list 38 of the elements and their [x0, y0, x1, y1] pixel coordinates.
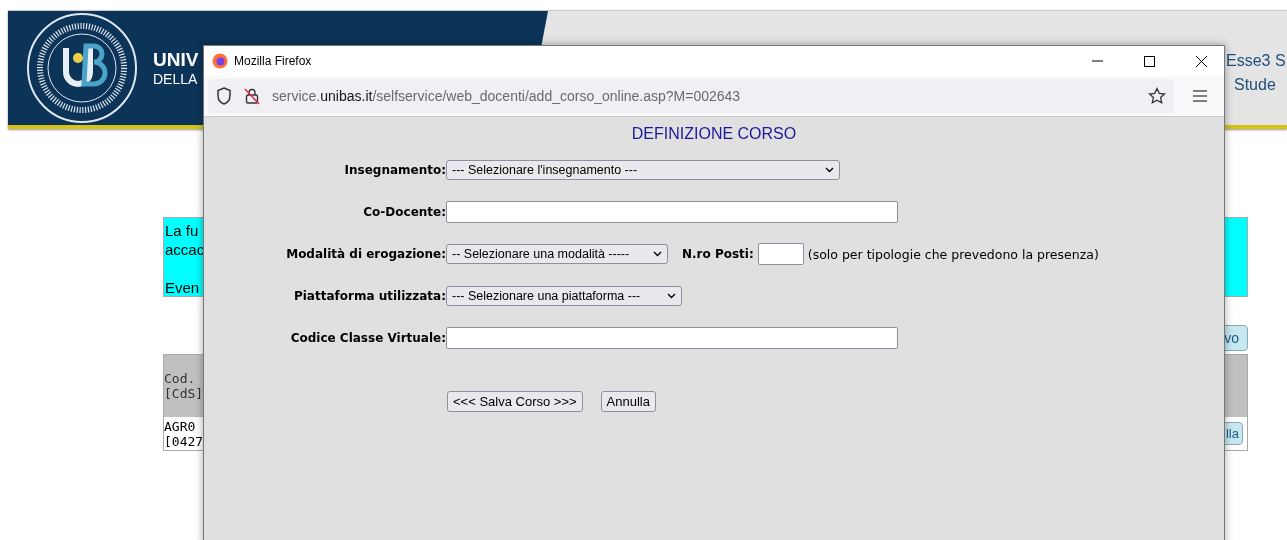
site-title: Stude	[1234, 75, 1276, 95]
window-title: Mozilla Firefox	[234, 54, 312, 68]
field-label: N.ro Posti:	[682, 247, 754, 261]
university-name: DELLA	[153, 71, 199, 87]
crossed-lock-icon[interactable]	[244, 87, 260, 105]
field-label: Insegnamento:	[343, 163, 446, 177]
star-icon[interactable]	[1148, 87, 1166, 105]
hint-text: (solo per tipologie che prevedono la presenza)	[807, 246, 1099, 262]
form-title: DEFINIZIONE CORSO	[630, 125, 798, 143]
university-name: UNIV	[153, 49, 199, 71]
field-label: Codice Classe Virtuale:	[289, 331, 446, 345]
input-field[interactable]	[446, 327, 898, 349]
dropdown[interactable]: --- Selezionare l'insegnamento ---	[446, 160, 840, 180]
chevron-down-icon	[825, 167, 834, 173]
dropdown[interactable]: -- Selezionare una modalità -----	[446, 244, 668, 264]
chevron-down-icon	[653, 251, 662, 257]
dropdown[interactable]: --- Selezionare una piattaforma ---	[446, 286, 682, 306]
shield-icon[interactable]	[216, 87, 232, 105]
notice-text: Even	[165, 278, 200, 297]
url-text: service.unibas.it/selfservice/web_docenti/add_corso_online.asp?M=002643	[272, 88, 742, 104]
column-header: Cod.	[164, 371, 197, 386]
table-cell-text: AGR0	[164, 418, 197, 434]
field-label: Modalità di erogazione:	[285, 247, 446, 261]
notice-text: La fu	[165, 221, 199, 240]
site-title: Esse3 S	[1226, 51, 1286, 71]
table-cell-text: [0427	[164, 433, 205, 449]
browser-logo-icon	[212, 53, 228, 69]
notice-text: accac	[165, 240, 205, 259]
input-field[interactable]	[757, 243, 804, 265]
menu-icon[interactable]	[1193, 90, 1207, 102]
field-label: Piattaforma utilizzata:	[292, 289, 446, 303]
column-header: [CdS]	[164, 386, 205, 401]
form-button[interactable]: <<< Salva Corso >>>	[447, 391, 583, 412]
chevron-down-icon	[667, 293, 676, 299]
field-label: Co-Docente:	[362, 205, 446, 219]
address-bar[interactable]: service.unibas.it/selfservice/web_docenti/add_corso_online.asp?M=002643	[208, 79, 1174, 113]
input-field[interactable]	[446, 201, 898, 223]
form-button[interactable]: Annulla	[600, 391, 656, 412]
